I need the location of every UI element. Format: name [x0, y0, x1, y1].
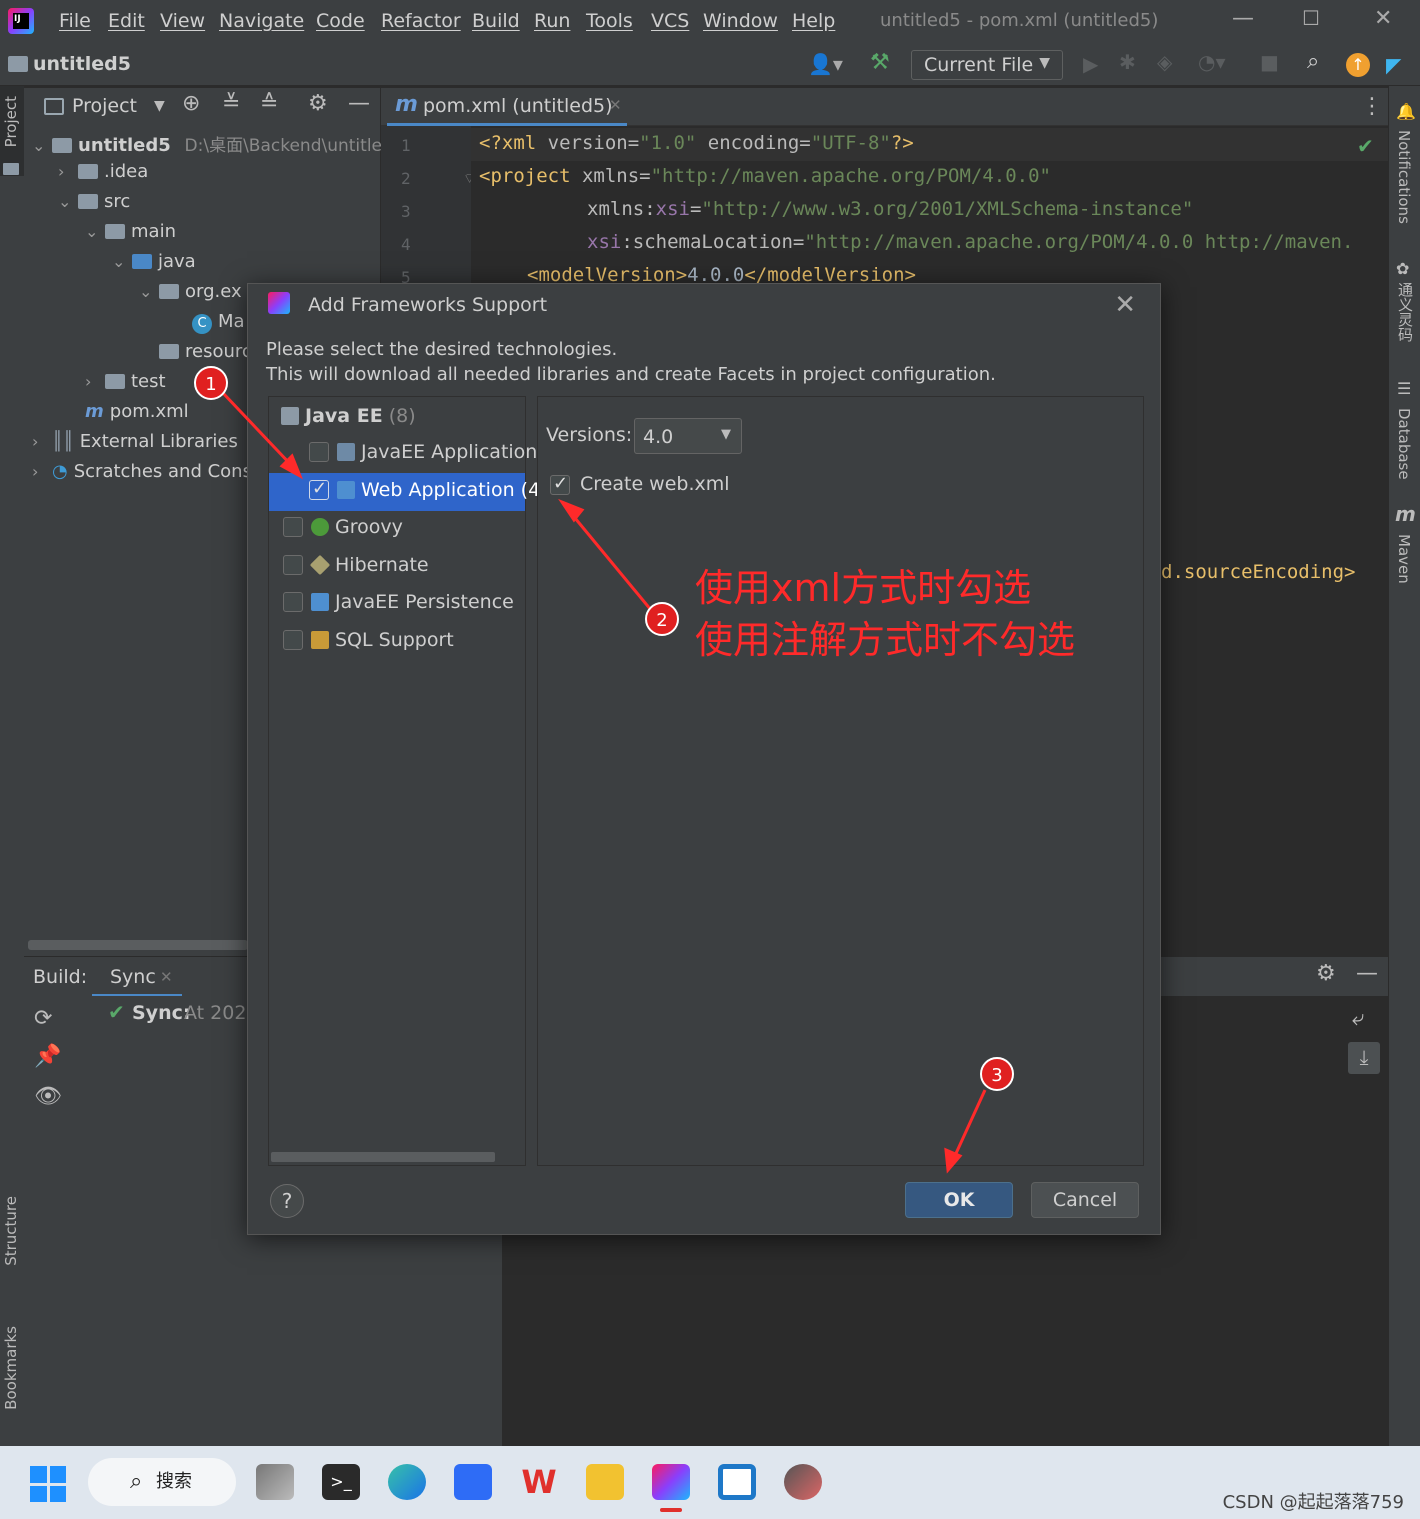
annotation-marker-2: 2 — [645, 602, 679, 636]
task-view-icon[interactable] — [256, 1464, 294, 1500]
csdn-watermark: CSDN @起起落落759 — [1222, 1492, 1404, 1513]
arrow-1 — [220, 390, 296, 470]
file-explorer-icon[interactable] — [586, 1464, 624, 1500]
arrow-2-head — [558, 498, 585, 523]
annotation-text-line-1: 使用xml方式时勾选 — [695, 566, 1032, 610]
annotation-marker-1: 1 — [194, 366, 228, 400]
terminal-icon[interactable]: >_ — [322, 1464, 360, 1500]
app-window-icon[interactable] — [718, 1464, 756, 1500]
annotation-text: 使用xml方式时勾选 使用注解方式时不勾选 — [695, 562, 1075, 666]
search-icon: ⌕ — [130, 1469, 143, 1494]
wps-icon[interactable]: W — [520, 1464, 558, 1500]
annotation-text-line-2: 使用注解方式时不勾选 — [695, 618, 1076, 662]
intellij-taskbar-icon[interactable] — [652, 1464, 690, 1500]
arrow-3-head — [944, 1147, 963, 1174]
arrow-2 — [568, 511, 653, 611]
annotation-arrows — [220, 390, 987, 1174]
search-label: 搜索 — [156, 1471, 192, 1492]
edge-browser-icon[interactable] — [388, 1464, 426, 1500]
windows-start-icon[interactable] — [30, 1466, 66, 1502]
user-avatar-icon[interactable] — [784, 1464, 822, 1500]
active-app-indicator — [660, 1508, 682, 1512]
annotation-marker-3: 3 — [980, 1057, 1014, 1091]
feishu-icon[interactable] — [454, 1464, 492, 1500]
arrow-3 — [951, 1089, 987, 1161]
windows-taskbar: ⌕ 搜索 >_ W CSDN @起起落落759 — [0, 1446, 1420, 1519]
taskbar-search[interactable]: ⌕ 搜索 — [88, 1458, 236, 1506]
